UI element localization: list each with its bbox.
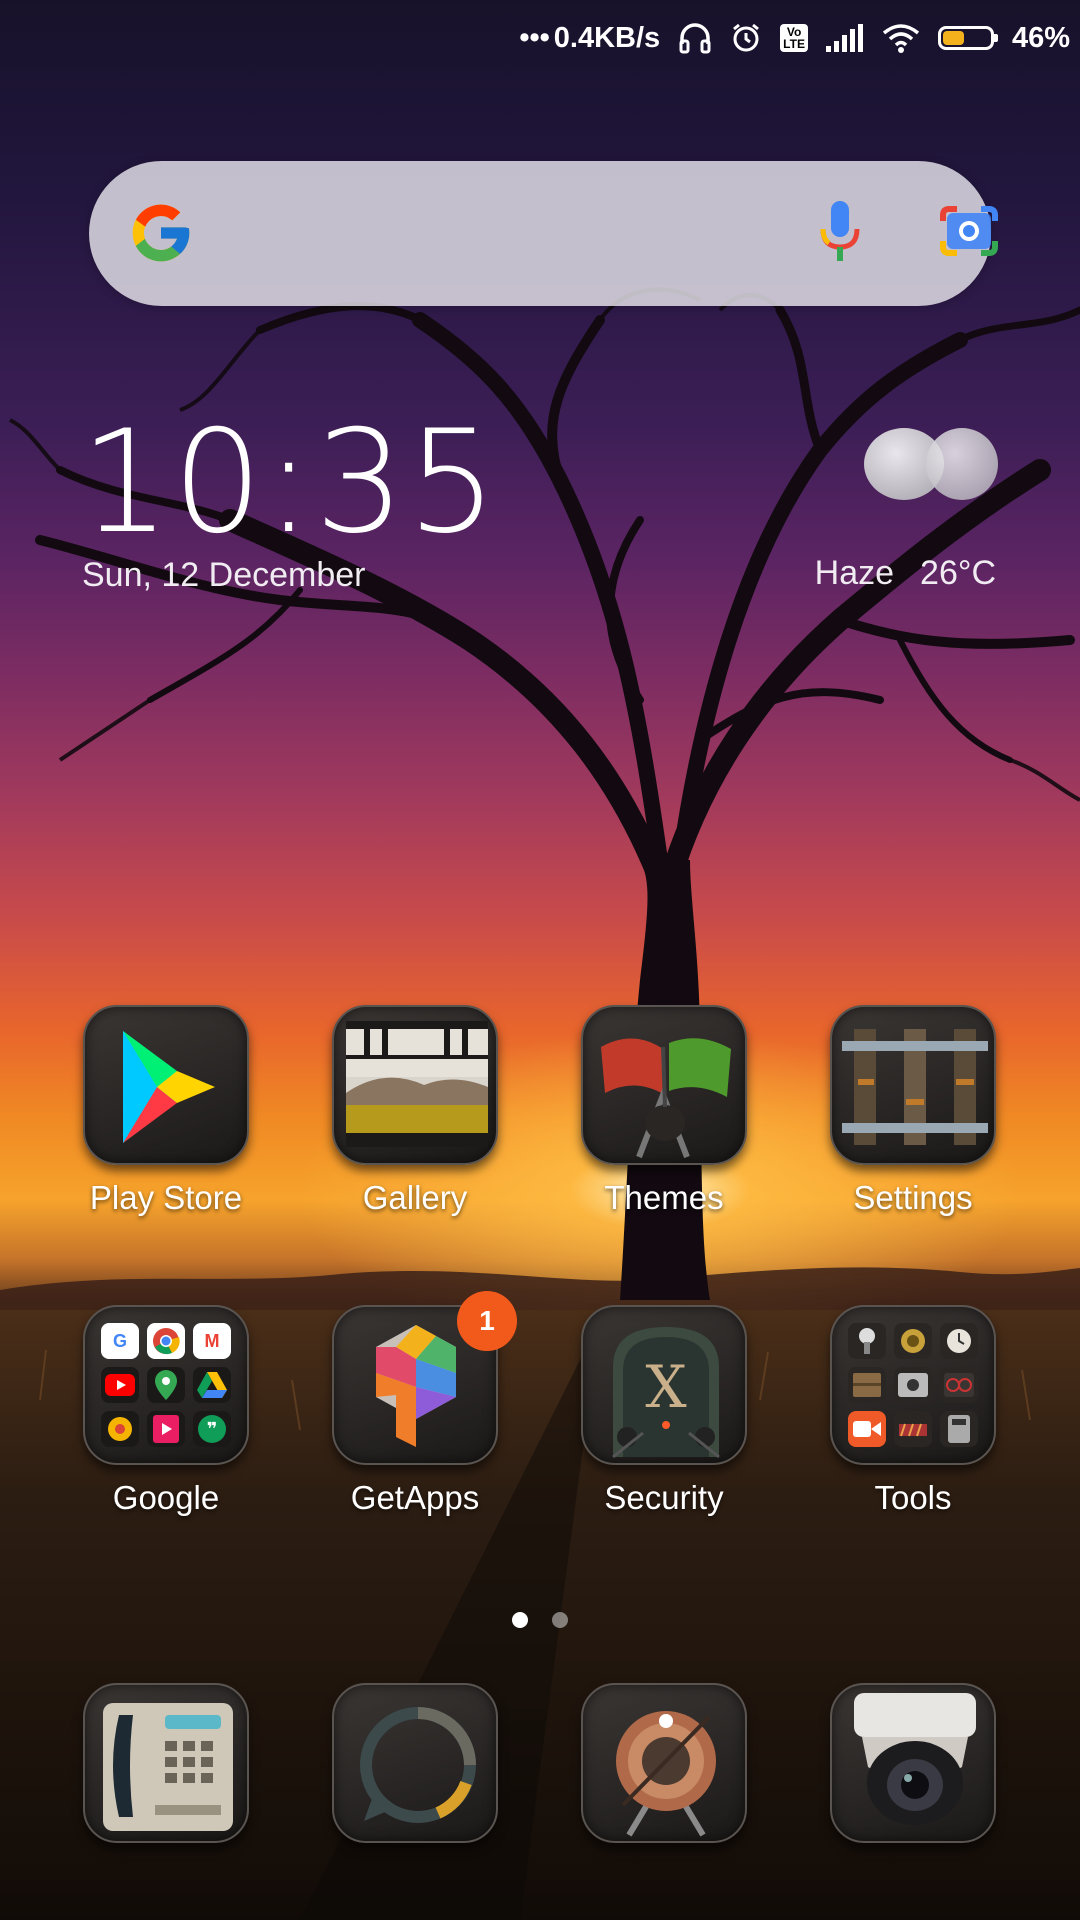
- maps-icon: [147, 1367, 185, 1403]
- app-label: Gallery: [362, 1179, 468, 1216]
- weather-condition: Haze: [814, 554, 895, 592]
- tools-folder-icon: [830, 1305, 996, 1465]
- photos-icon: [101, 1411, 139, 1447]
- svg-text:X: X: [645, 1353, 687, 1421]
- folder-label: Tools: [874, 1479, 952, 1516]
- google-search-bar[interactable]: [89, 161, 998, 306]
- headphones-icon: [678, 22, 712, 54]
- folder-google[interactable]: G M ❞ Google: [66, 1305, 266, 1517]
- battery-icon: [937, 26, 998, 50]
- flashlight-icon: [848, 1323, 886, 1359]
- file-manager-icon: [848, 1367, 886, 1403]
- camera-icon: [830, 1683, 996, 1843]
- screen-recorder-icon: [848, 1411, 886, 1447]
- battery-percent: 46%: [1011, 21, 1070, 54]
- dock-browser[interactable]: [564, 1683, 764, 1843]
- app-themes[interactable]: Themes: [564, 1005, 764, 1217]
- messages-icon: [332, 1683, 498, 1843]
- clock-date[interactable]: Sun, 12 December: [82, 556, 366, 595]
- calculator-icon: [940, 1411, 978, 1447]
- page-dot-2[interactable]: [552, 1612, 568, 1628]
- notification-badge: 1: [457, 1291, 517, 1351]
- app-security[interactable]: X Security: [564, 1305, 764, 1517]
- cleaner-icon: [894, 1411, 932, 1447]
- recorder-icon: [940, 1367, 978, 1403]
- mic-icon[interactable]: [817, 199, 863, 270]
- app-gallery[interactable]: Gallery: [315, 1005, 515, 1217]
- app-label: Themes: [604, 1179, 724, 1216]
- app-label: GetApps: [350, 1479, 480, 1516]
- scanner-icon: [894, 1367, 932, 1403]
- app-label: Security: [604, 1479, 724, 1516]
- google-g-icon: [127, 199, 195, 272]
- clock-app-icon: [940, 1323, 978, 1359]
- wifi-icon: [882, 23, 920, 53]
- network-speed: ••• 0.4KB/s: [519, 21, 661, 54]
- temperature: 26°C: [920, 554, 996, 592]
- camera-lens-icon[interactable]: [937, 201, 1001, 266]
- status-bar: ••• 0.4KB/s Vo LTE 46%: [0, 0, 1080, 76]
- signal-icon: [825, 24, 864, 52]
- gallery-icon: [332, 1005, 498, 1165]
- google-folder-icon: G M ❞: [83, 1305, 249, 1465]
- alarm-icon: [730, 22, 762, 54]
- youtube-icon: [101, 1367, 139, 1403]
- phone-icon: [83, 1683, 249, 1843]
- security-icon: X: [581, 1305, 747, 1465]
- app-label: Settings: [853, 1179, 973, 1216]
- drive-icon: [193, 1367, 231, 1403]
- dock-camera[interactable]: [813, 1683, 1013, 1843]
- settings-icon: [830, 1005, 996, 1165]
- app-label: Play Store: [89, 1179, 243, 1216]
- google-app-icon: G: [101, 1323, 139, 1359]
- folder-tools[interactable]: Tools: [813, 1305, 1013, 1517]
- page-dot-1[interactable]: [512, 1612, 528, 1628]
- page-indicator: [0, 1612, 1080, 1628]
- gmail-icon: M: [193, 1323, 231, 1359]
- weather-info[interactable]: Haze 26°C: [815, 554, 996, 593]
- play-store-icon: [83, 1005, 249, 1165]
- app-getapps[interactable]: 1 GetApps: [315, 1291, 517, 1517]
- more-dots-icon: •••: [519, 21, 550, 54]
- app-settings[interactable]: Settings: [813, 1005, 1013, 1217]
- app-play-store[interactable]: Play Store: [66, 1005, 266, 1217]
- compass-icon: [894, 1323, 932, 1359]
- hangouts-icon: ❞: [193, 1411, 231, 1447]
- clock-time[interactable]: 10:35: [80, 408, 499, 558]
- browser-icon: [581, 1683, 747, 1843]
- dock-messages[interactable]: [315, 1683, 515, 1843]
- folder-label: Google: [112, 1479, 220, 1516]
- dock-phone[interactable]: [66, 1683, 266, 1843]
- themes-icon: [581, 1005, 747, 1165]
- play-movies-icon: [147, 1411, 185, 1447]
- volte-icon: Vo LTE: [780, 24, 808, 52]
- chrome-icon: [147, 1323, 185, 1359]
- haze-cloud-icon[interactable]: [862, 424, 1000, 509]
